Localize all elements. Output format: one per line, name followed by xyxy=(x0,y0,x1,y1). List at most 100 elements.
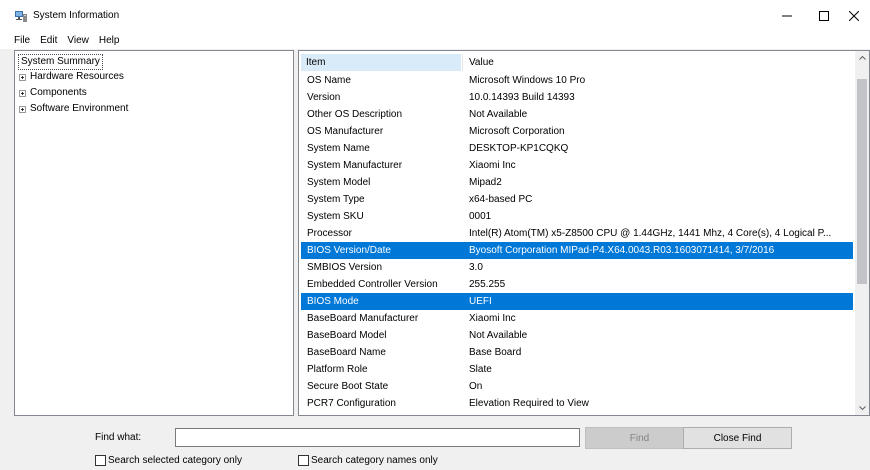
item-cell: System Manufacturer xyxy=(307,160,403,171)
scroll-up-button[interactable] xyxy=(855,51,869,65)
item-cell: OS Manufacturer xyxy=(307,126,384,137)
search-selected-category-checkbox[interactable]: Search selected category only xyxy=(95,454,242,467)
details-rows: OS Name Microsoft Windows 10 Pro Version 10… xyxy=(301,72,853,412)
item-cell: SMBIOS Version xyxy=(307,262,383,273)
window-title: System Information xyxy=(33,10,120,21)
value-cell: Not Available xyxy=(469,109,528,120)
value-cell: Microsoft Corporation xyxy=(469,126,565,137)
item-cell: Processor xyxy=(307,228,353,239)
value-cell: Elevation Required to View xyxy=(469,398,589,409)
item-cell: System Model xyxy=(307,177,371,188)
value-cell: Microsoft Windows 10 Pro xyxy=(469,75,586,86)
scroll-thumb[interactable] xyxy=(857,79,867,284)
checkbox-label: Search category names only xyxy=(311,455,438,466)
value-cell: Base Board xyxy=(469,347,522,358)
expand-icon[interactable] xyxy=(19,89,26,97)
value-cell: Slate xyxy=(469,364,492,375)
find-input[interactable] xyxy=(175,428,580,447)
tree-item-hardware-resources[interactable]: Hardware Resources xyxy=(19,69,124,85)
table-row[interactable]: BaseBoard Manufacturer Xiaomi Inc xyxy=(301,310,853,327)
value-cell: Intel(R) Atom(TM) x5-Z8500 CPU @ 1.44GHz… xyxy=(469,228,832,239)
expand-icon[interactable] xyxy=(19,105,26,113)
table-row[interactable]: OS Name Microsoft Windows 10 Pro xyxy=(301,72,853,89)
tree-item-software-environment[interactable]: Software Environment xyxy=(19,101,128,117)
item-cell: BIOS Mode xyxy=(307,296,359,307)
details-list[interactable]: Item Value OS Name Microsoft Windows 10 P… xyxy=(298,50,870,416)
column-header-value[interactable]: Value xyxy=(462,54,852,71)
table-row[interactable]: Other OS Description Not Available xyxy=(301,106,853,123)
checkbox-box[interactable] xyxy=(95,455,106,466)
chevron-down-icon xyxy=(858,406,866,410)
menu-file[interactable]: File xyxy=(0,35,35,46)
table-row[interactable]: Secure Boot State On xyxy=(301,378,853,395)
item-cell: Version xyxy=(307,92,341,103)
table-row[interactable]: Version 10.0.14393 Build 14393 xyxy=(301,89,853,106)
table-row[interactable]: System Model Mipad2 xyxy=(301,174,853,191)
value-cell: Byosoft Corporation MIPad-P4.X64.0043.R0… xyxy=(469,245,775,256)
table-row[interactable]: PCR7 Configuration Elevation Required to … xyxy=(301,395,853,412)
value-cell: 0001 xyxy=(469,211,492,222)
title-bar[interactable]: System Information xyxy=(0,0,870,32)
value-cell: DESKTOP-KP1CQKQ xyxy=(469,143,569,154)
menu-view[interactable]: View xyxy=(62,35,94,46)
item-cell: BaseBoard Manufacturer xyxy=(307,313,419,324)
scroll-down-button[interactable] xyxy=(855,401,869,415)
checkbox-label: Search selected category only xyxy=(108,455,242,466)
column-header-item[interactable]: Item xyxy=(301,54,461,71)
item-cell: Secure Boot State xyxy=(307,381,389,392)
value-cell: 3.0 xyxy=(469,262,483,273)
tree-item-system-summary[interactable]: System Summary xyxy=(18,54,103,70)
table-row[interactable]: OS Manufacturer Microsoft Corporation xyxy=(301,123,853,140)
table-row[interactable]: SMBIOS Version 3.0 xyxy=(301,259,853,276)
tree-item-components[interactable]: Components xyxy=(19,85,87,101)
value-cell: UEFI xyxy=(469,296,492,307)
item-cell: System Name xyxy=(307,143,370,154)
table-row[interactable]: System Type x64-based PC xyxy=(301,191,853,208)
item-cell: BaseBoard Name xyxy=(307,347,386,358)
find-button[interactable]: Find xyxy=(585,427,694,449)
expand-icon[interactable] xyxy=(19,73,26,81)
item-cell: BIOS Version/Date xyxy=(307,245,391,256)
item-cell: BaseBoard Model xyxy=(307,330,387,341)
value-cell: x64-based PC xyxy=(469,194,533,205)
table-row[interactable]: Platform Role Slate xyxy=(301,361,853,378)
table-row[interactable]: BaseBoard Name Base Board xyxy=(301,344,853,361)
value-cell: Not Available xyxy=(469,330,528,341)
minimize-icon xyxy=(782,15,792,17)
table-row[interactable]: BaseBoard Model Not Available xyxy=(301,327,853,344)
tree-item-label: Hardware Resources xyxy=(30,71,124,82)
vertical-scrollbar[interactable] xyxy=(855,51,869,415)
item-cell: Other OS Description xyxy=(307,109,403,120)
item-cell: OS Name xyxy=(307,75,351,86)
menu-edit[interactable]: Edit xyxy=(35,35,62,46)
find-panel: Find what: Find Close Find Search select… xyxy=(0,418,870,470)
table-row[interactable]: BIOS Mode UEFI xyxy=(301,293,853,310)
search-category-names-checkbox[interactable]: Search category names only xyxy=(298,454,438,467)
table-row[interactable]: System Manufacturer Xiaomi Inc xyxy=(301,157,853,174)
table-row[interactable]: BIOS Version/Date Byosoft Corporation MIP… xyxy=(301,242,853,259)
table-row[interactable]: Processor Intel(R) Atom(TM) x5-Z8500 CPU … xyxy=(301,225,853,242)
category-tree[interactable]: System Summary Hardware Resources Compon… xyxy=(14,50,294,416)
table-row[interactable]: System SKU 0001 xyxy=(301,208,853,225)
value-cell: Mipad2 xyxy=(469,177,502,188)
maximize-icon xyxy=(819,11,829,21)
find-what-label: Find what: xyxy=(95,432,142,443)
tree-item-label: Components xyxy=(30,87,87,98)
close-find-button[interactable]: Close Find xyxy=(683,427,792,449)
table-row[interactable]: System Name DESKTOP-KP1CQKQ xyxy=(301,140,853,157)
chevron-up-icon xyxy=(858,56,866,60)
value-cell: 255.255 xyxy=(469,279,506,290)
item-cell: Platform Role xyxy=(307,364,368,375)
value-cell: 10.0.14393 Build 14393 xyxy=(469,92,575,103)
table-row[interactable]: Embedded Controller Version 255.255 xyxy=(301,276,853,293)
menu-help[interactable]: Help xyxy=(94,35,125,46)
value-cell: Xiaomi Inc xyxy=(469,313,516,324)
close-icon xyxy=(849,11,859,21)
menu-bar: File Edit View Help xyxy=(0,32,870,49)
value-cell: On xyxy=(469,381,483,392)
item-cell: System Type xyxy=(307,194,365,205)
value-cell: Xiaomi Inc xyxy=(469,160,516,171)
checkbox-box[interactable] xyxy=(298,455,309,466)
item-cell: System SKU xyxy=(307,211,364,222)
close-button[interactable] xyxy=(838,0,870,32)
